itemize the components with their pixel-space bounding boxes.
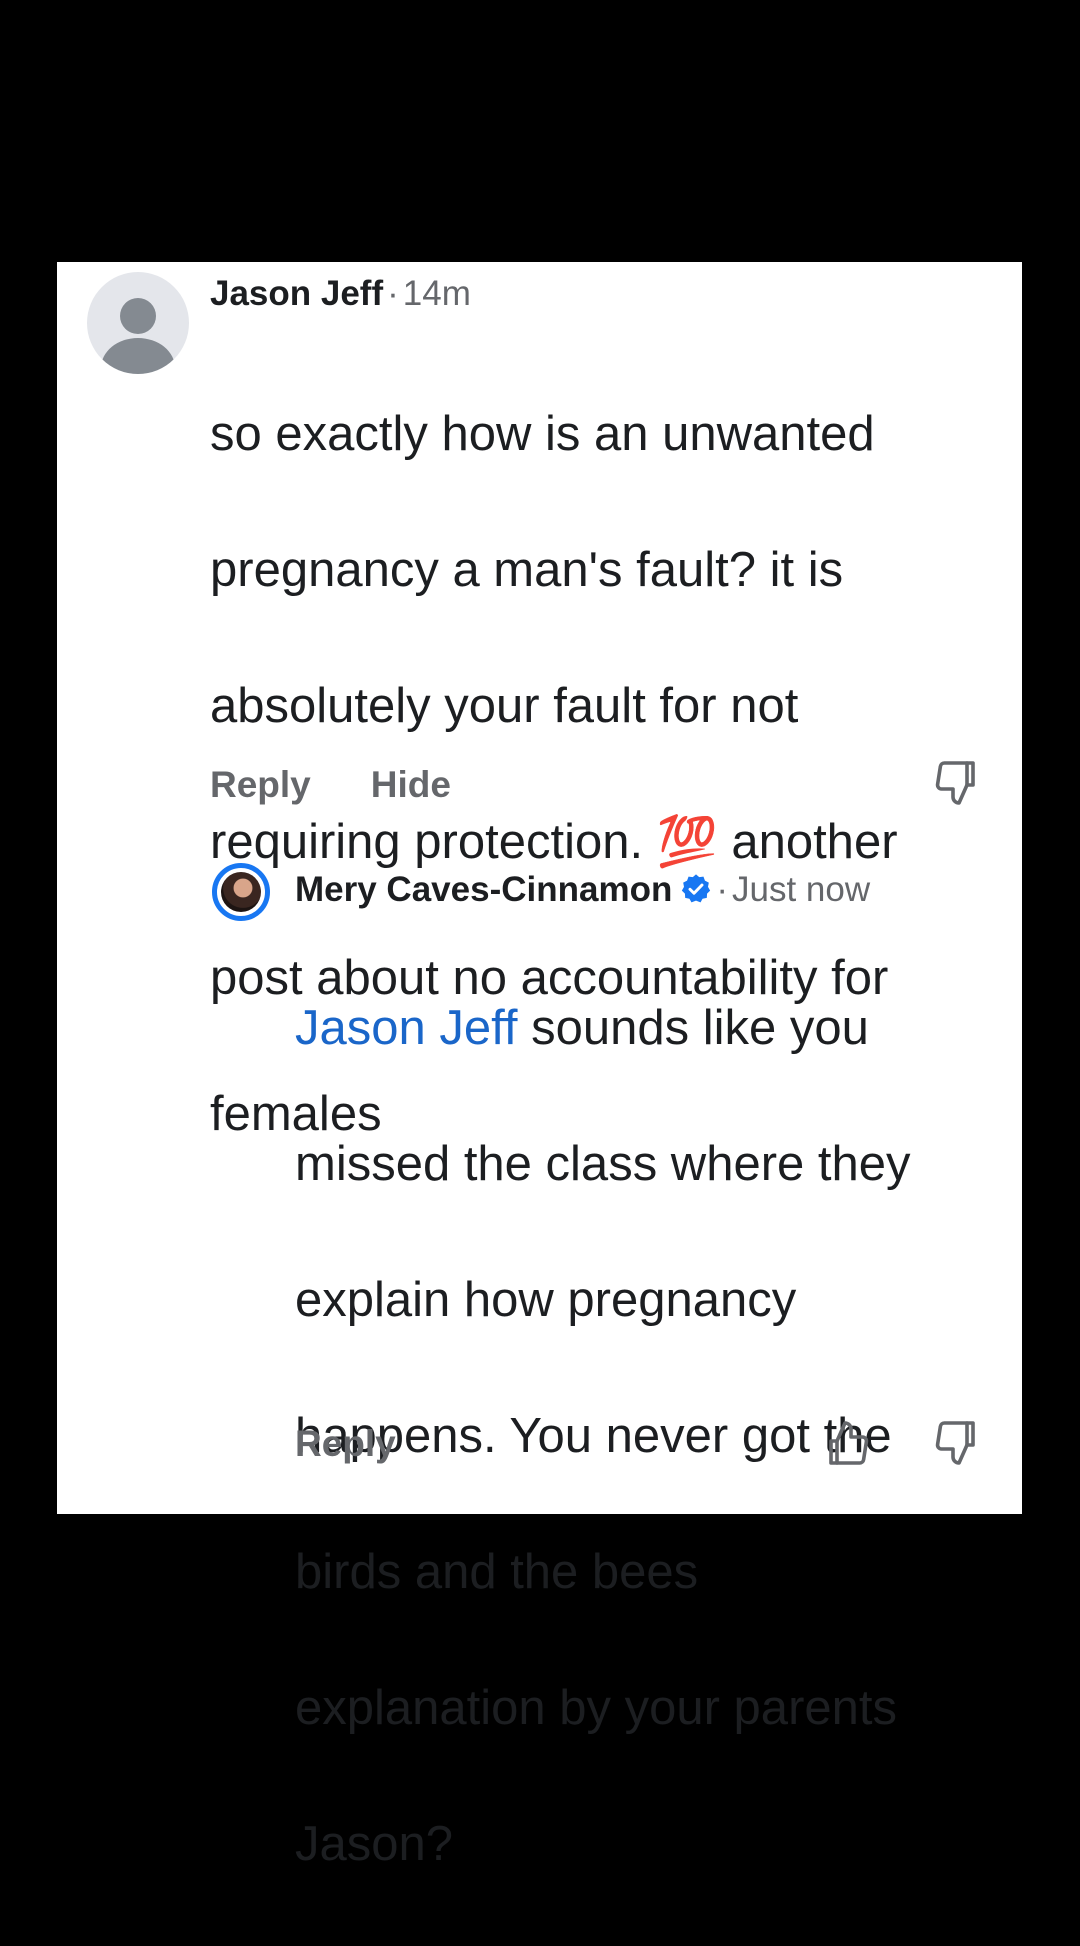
reply-body-line: explanation by your parents — [295, 1681, 897, 1735]
reply-body-line: birds and the bees — [295, 1545, 699, 1599]
reply-timestamp[interactable]: Just now — [732, 870, 870, 909]
hide-button[interactable]: Hide — [371, 764, 451, 805]
comment-actions: Reply Hide — [210, 764, 511, 806]
header-separator: · — [387, 274, 399, 313]
reply-body-line: explain how pregnancy — [295, 1273, 797, 1327]
comment-body-line: so exactly how is an unwanted — [210, 407, 875, 461]
default-avatar[interactable] — [87, 272, 189, 374]
reply-author-name[interactable]: Mery Caves-Cinnamon — [295, 870, 672, 909]
mention-link[interactable]: Jason Jeff — [295, 1001, 517, 1055]
comment-body-line: pregnancy a man's fault? it is — [210, 543, 844, 597]
verified-badge-icon — [680, 873, 712, 905]
reply-button[interactable]: Reply — [295, 1423, 396, 1464]
comment-author-name[interactable]: Jason Jeff — [210, 274, 383, 313]
avatar-photo-image — [221, 872, 261, 912]
reply-button[interactable]: Reply — [210, 764, 311, 805]
comment-body-line: requiring protection. 💯 another — [210, 815, 898, 869]
thumbs-down-icon[interactable] — [933, 759, 981, 807]
comment-timestamp[interactable]: 14m — [403, 274, 471, 313]
reply-body-text: sounds like you — [517, 1001, 869, 1055]
header-separator: · — [716, 870, 728, 909]
reply-actions: Reply — [295, 1423, 456, 1465]
thumbs-up-icon[interactable] — [823, 1419, 871, 1467]
comment-body-line: absolutely your fault for not — [210, 679, 799, 733]
reply-body-line: Jason Jeff sounds like you — [295, 994, 911, 1062]
thumbs-down-icon[interactable] — [933, 1419, 981, 1467]
reply-header: Mery Caves-Cinnamon · Just now — [295, 868, 870, 912]
comment-thread-card: Jason Jeff · 14m so exactly how is an unwa… — [57, 262, 1022, 1871]
comment-header: Jason Jeff · 14m — [210, 272, 471, 316]
reply-body-line: Jason? — [295, 1817, 454, 1871]
reply-author-avatar[interactable] — [212, 863, 270, 921]
reply-body-line: missed the class where they — [295, 1137, 911, 1191]
avatar-head-shape — [120, 298, 156, 334]
avatar-shoulders-shape — [101, 338, 175, 374]
